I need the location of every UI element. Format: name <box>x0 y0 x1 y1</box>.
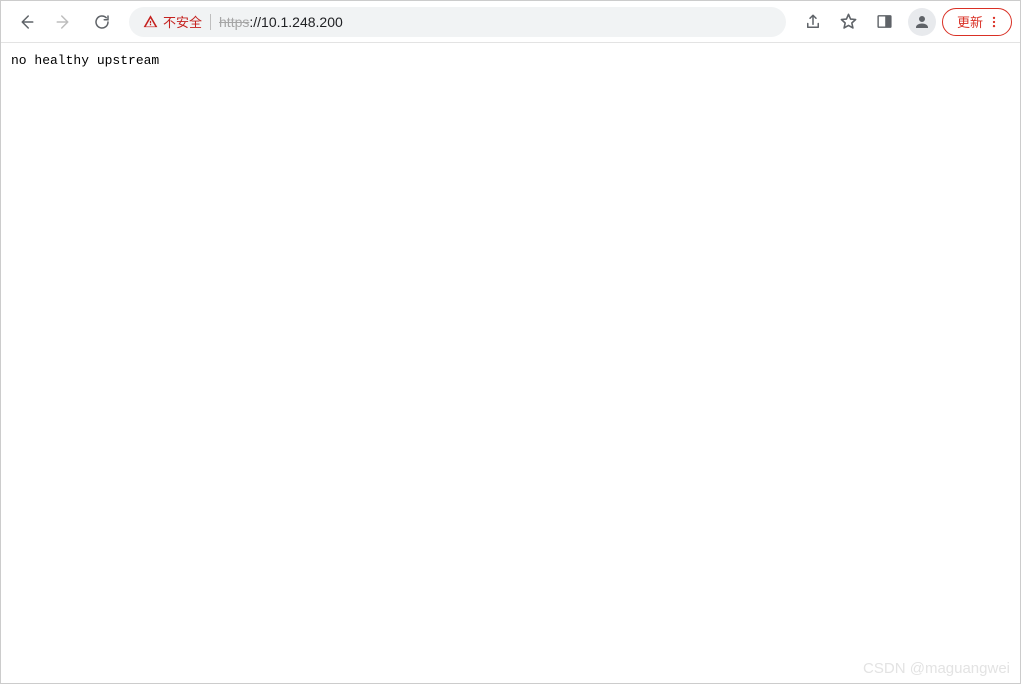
person-icon <box>913 13 931 31</box>
share-button[interactable] <box>796 5 830 39</box>
bookmark-button[interactable] <box>832 5 866 39</box>
reading-list-button[interactable] <box>868 5 902 39</box>
profile-button[interactable] <box>908 8 936 36</box>
url-protocol: https <box>219 14 249 30</box>
security-chip[interactable]: 不安全 <box>143 12 202 31</box>
reload-button[interactable] <box>85 5 119 39</box>
warning-triangle-icon <box>143 14 158 29</box>
omnibox-divider <box>210 14 211 30</box>
more-vert-icon <box>987 15 1001 29</box>
share-icon <box>804 13 822 31</box>
toolbar-right: 更新 <box>796 5 1012 39</box>
address-bar[interactable]: 不安全 https://10.1.248.200 <box>129 7 786 37</box>
update-label: 更新 <box>957 12 983 31</box>
browser-toolbar: 不安全 https://10.1.248.200 更新 <box>1 1 1020 43</box>
arrow-left-icon <box>17 13 35 31</box>
side-panel-icon <box>876 13 893 30</box>
error-message: no healthy upstream <box>11 53 159 68</box>
update-button[interactable]: 更新 <box>942 8 1012 36</box>
arrow-right-icon <box>55 13 73 31</box>
forward-button[interactable] <box>47 5 81 39</box>
watermark: CSDN @maguangwei <box>863 660 1010 677</box>
star-icon <box>839 12 858 31</box>
security-label: 不安全 <box>163 12 202 31</box>
url-rest: ://10.1.248.200 <box>249 14 342 30</box>
page-content: no healthy upstream <box>1 43 1020 78</box>
back-button[interactable] <box>9 5 43 39</box>
url-text: https://10.1.248.200 <box>219 14 343 30</box>
reload-icon <box>93 13 111 31</box>
